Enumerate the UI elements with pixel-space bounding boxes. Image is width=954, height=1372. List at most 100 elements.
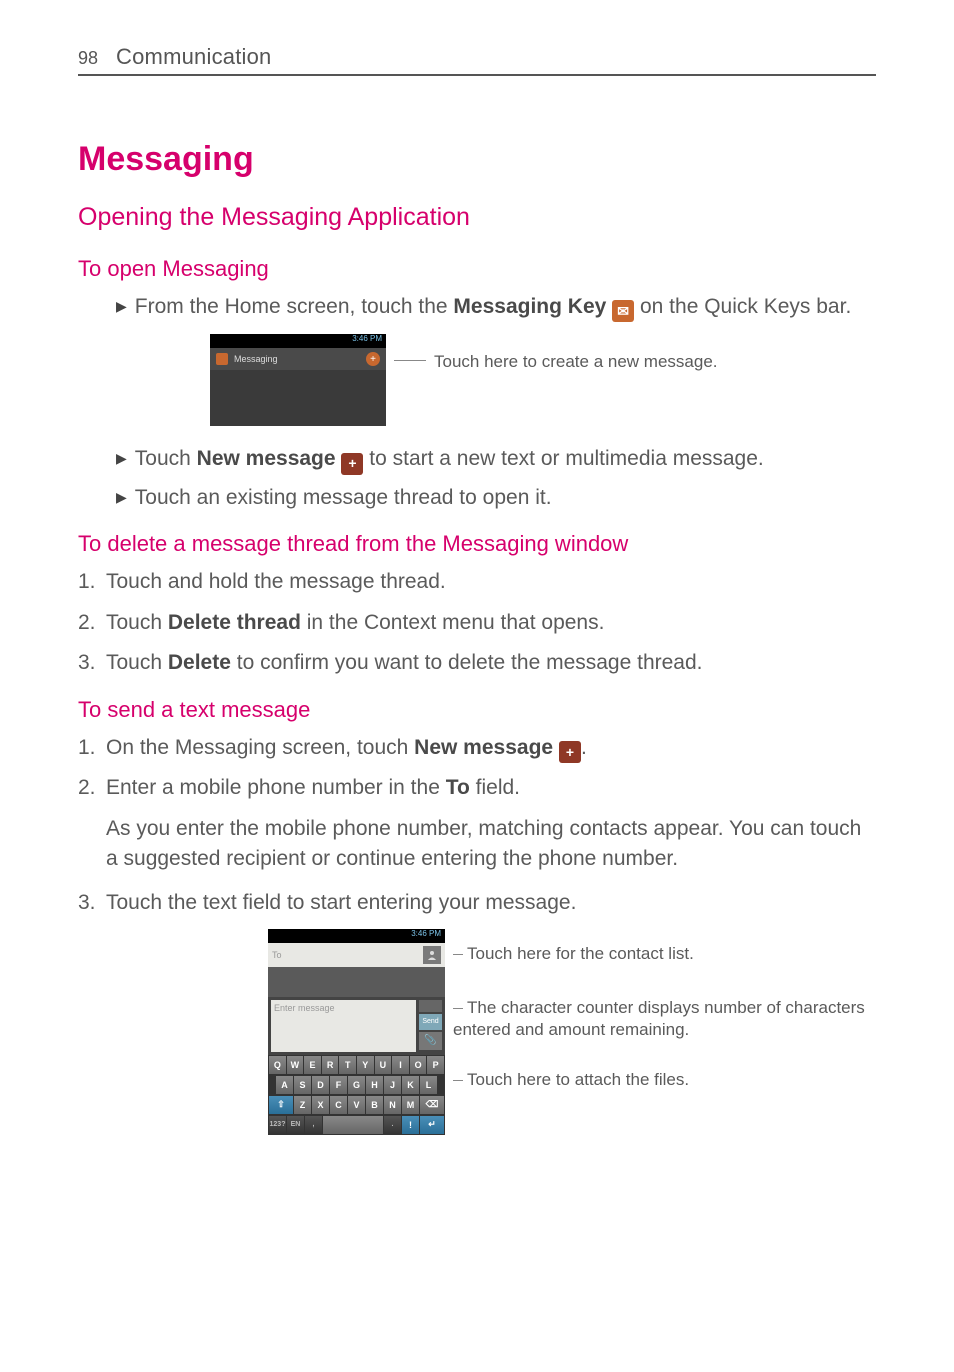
keyboard-key[interactable]: W [287,1056,304,1074]
keyboard-key[interactable]: S [294,1076,311,1094]
keyboard-key[interactable]: V [348,1096,365,1114]
phone-mock: 3:46 PM Messaging + [210,334,386,426]
bold-text: Delete thread [168,611,301,634]
bullet-arrow-icon: ▶ [116,483,127,511]
keyboard-key[interactable]: ! [402,1116,419,1134]
step-1: 1. Touch and hold the message thread. [78,567,876,597]
callout-attach: Touch here to attach the files. [467,1070,689,1089]
callout-connector [394,360,426,361]
text: Enter a mobile phone number in the [106,776,446,799]
keyboard-key[interactable]: E [304,1056,321,1074]
keyboard-key[interactable]: Y [357,1056,374,1074]
step-3: 3. Touch Delete to confirm you want to d… [78,648,876,678]
bold-text: Delete [168,651,231,674]
spacer [268,967,445,997]
keyboard-key[interactable]: H [366,1076,383,1094]
text: field. [470,776,520,799]
text: Touch [135,447,197,470]
backspace-key[interactable]: ⌫ [420,1096,444,1114]
step-2-paragraph: As you enter the mobile phone number, ma… [106,814,876,875]
message-area: Enter message Send 📎 [268,997,445,1055]
bullet-arrow-icon: ▶ [116,444,127,472]
text: Touch the text field to start entering y… [106,888,876,918]
text: in the Context menu that opens. [301,611,605,634]
to-field[interactable]: To [268,943,445,967]
keyboard-key[interactable]: D [312,1076,329,1094]
shift-key[interactable]: ⇧ [269,1096,293,1114]
text: Touch [106,651,168,674]
keyboard-key[interactable]: F [330,1076,347,1094]
bold-text: To [446,776,470,799]
keyboard-key[interactable]: 123? [269,1116,286,1134]
step-number: 1. [78,733,106,763]
to-placeholder: To [272,950,423,960]
keyboard-row-4: 123?EN,.!↵ [268,1115,445,1135]
bold-text: New message [197,447,336,470]
new-message-icon: + [559,741,581,763]
text: . [581,736,587,759]
messaging-key-icon: ✉ [612,300,634,322]
keyboard-key[interactable]: Z [294,1096,311,1114]
keyboard-key[interactable]: M [402,1096,419,1114]
step-2: 2. Enter a mobile phone number in the To… [78,773,876,803]
messaging-app-icon [216,353,228,365]
keyboard-key[interactable]: I [392,1056,409,1074]
page-title: Messaging [78,140,876,179]
keyboard-key[interactable]: ↵ [420,1116,444,1134]
app-title-text: Messaging [234,354,366,364]
keyboard-row-1: QWERTYUIOP [268,1055,445,1075]
attach-button[interactable]: 📎 [419,1032,442,1050]
keyboard-row-3: ⇧ZXCVBNM⌫ [268,1095,445,1115]
keyboard-key[interactable]: P [427,1056,444,1074]
send-button[interactable]: Send [419,1014,442,1030]
keyboard-key[interactable]: Q [269,1056,286,1074]
callout-connector [453,1008,463,1009]
step-number: 2. [78,608,106,638]
text: Touch [106,611,168,634]
keyboard-key[interactable]: L [420,1076,437,1094]
step-3: 3. Touch the text field to start enterin… [78,888,876,918]
keyboard-key[interactable]: X [312,1096,329,1114]
text: Touch and hold the message thread. [106,567,876,597]
keyboard: QWERTYUIOP ASDFGHJKL ⇧ZXCVBNM⌫ 123?EN,.!… [268,1055,445,1135]
keyboard-key[interactable]: , [305,1116,322,1134]
keyboard-key[interactable]: U [375,1056,392,1074]
keyboard-key[interactable]: . [384,1116,401,1134]
keyboard-key[interactable]: EN [287,1116,304,1134]
person-icon [427,950,437,960]
step-number: 2. [78,773,106,803]
new-message-button[interactable]: + [366,352,380,366]
heading-open-messaging: To open Messaging [78,256,876,282]
text: to start a new text or multimedia messag… [363,447,763,470]
character-counter [419,1000,442,1012]
keyboard-key[interactable]: C [330,1096,347,1114]
keyboard-key[interactable]: O [410,1056,427,1074]
text: to confirm you want to delete the messag… [231,651,703,674]
keyboard-key[interactable]: K [402,1076,419,1094]
keyboard-key[interactable]: T [339,1056,356,1074]
screenshot-messaging-list: 3:46 PM Messaging + Touch here to create… [210,334,876,426]
message-input[interactable]: Enter message [271,1000,416,1052]
screenshot-compose: 3:46 PM To Enter message Send 📎 QWERTYUI… [268,929,876,1135]
section-header: Communication [116,44,271,70]
keyboard-key[interactable] [323,1116,383,1134]
keyboard-key[interactable]: A [276,1076,293,1094]
keyboard-key[interactable]: G [348,1076,365,1094]
contact-list-button[interactable] [423,946,441,964]
new-message-icon: + [341,453,363,475]
callout-contact-list: Touch here for the contact list. [467,944,694,963]
page-header: 98 Communication [78,44,876,76]
bold-text: New message [414,736,553,759]
keyboard-key[interactable]: B [366,1096,383,1114]
keyboard-key[interactable]: J [384,1076,401,1094]
app-titlebar: Messaging + [210,348,386,370]
keyboard-key[interactable]: N [384,1096,401,1114]
keyboard-key[interactable]: R [322,1056,339,1074]
bullet-existing-thread: ▶ Touch an existing message thread to op… [116,483,876,513]
keyboard-row-2: ASDFGHJKL [268,1075,445,1095]
heading-send-text: To send a text message [78,697,876,723]
page-number: 98 [78,48,98,69]
text: on the Quick Keys bar. [634,295,851,318]
callout-new-message: Touch here to create a new message. [434,351,718,374]
step-2: 2. Touch Delete thread in the Context me… [78,608,876,638]
